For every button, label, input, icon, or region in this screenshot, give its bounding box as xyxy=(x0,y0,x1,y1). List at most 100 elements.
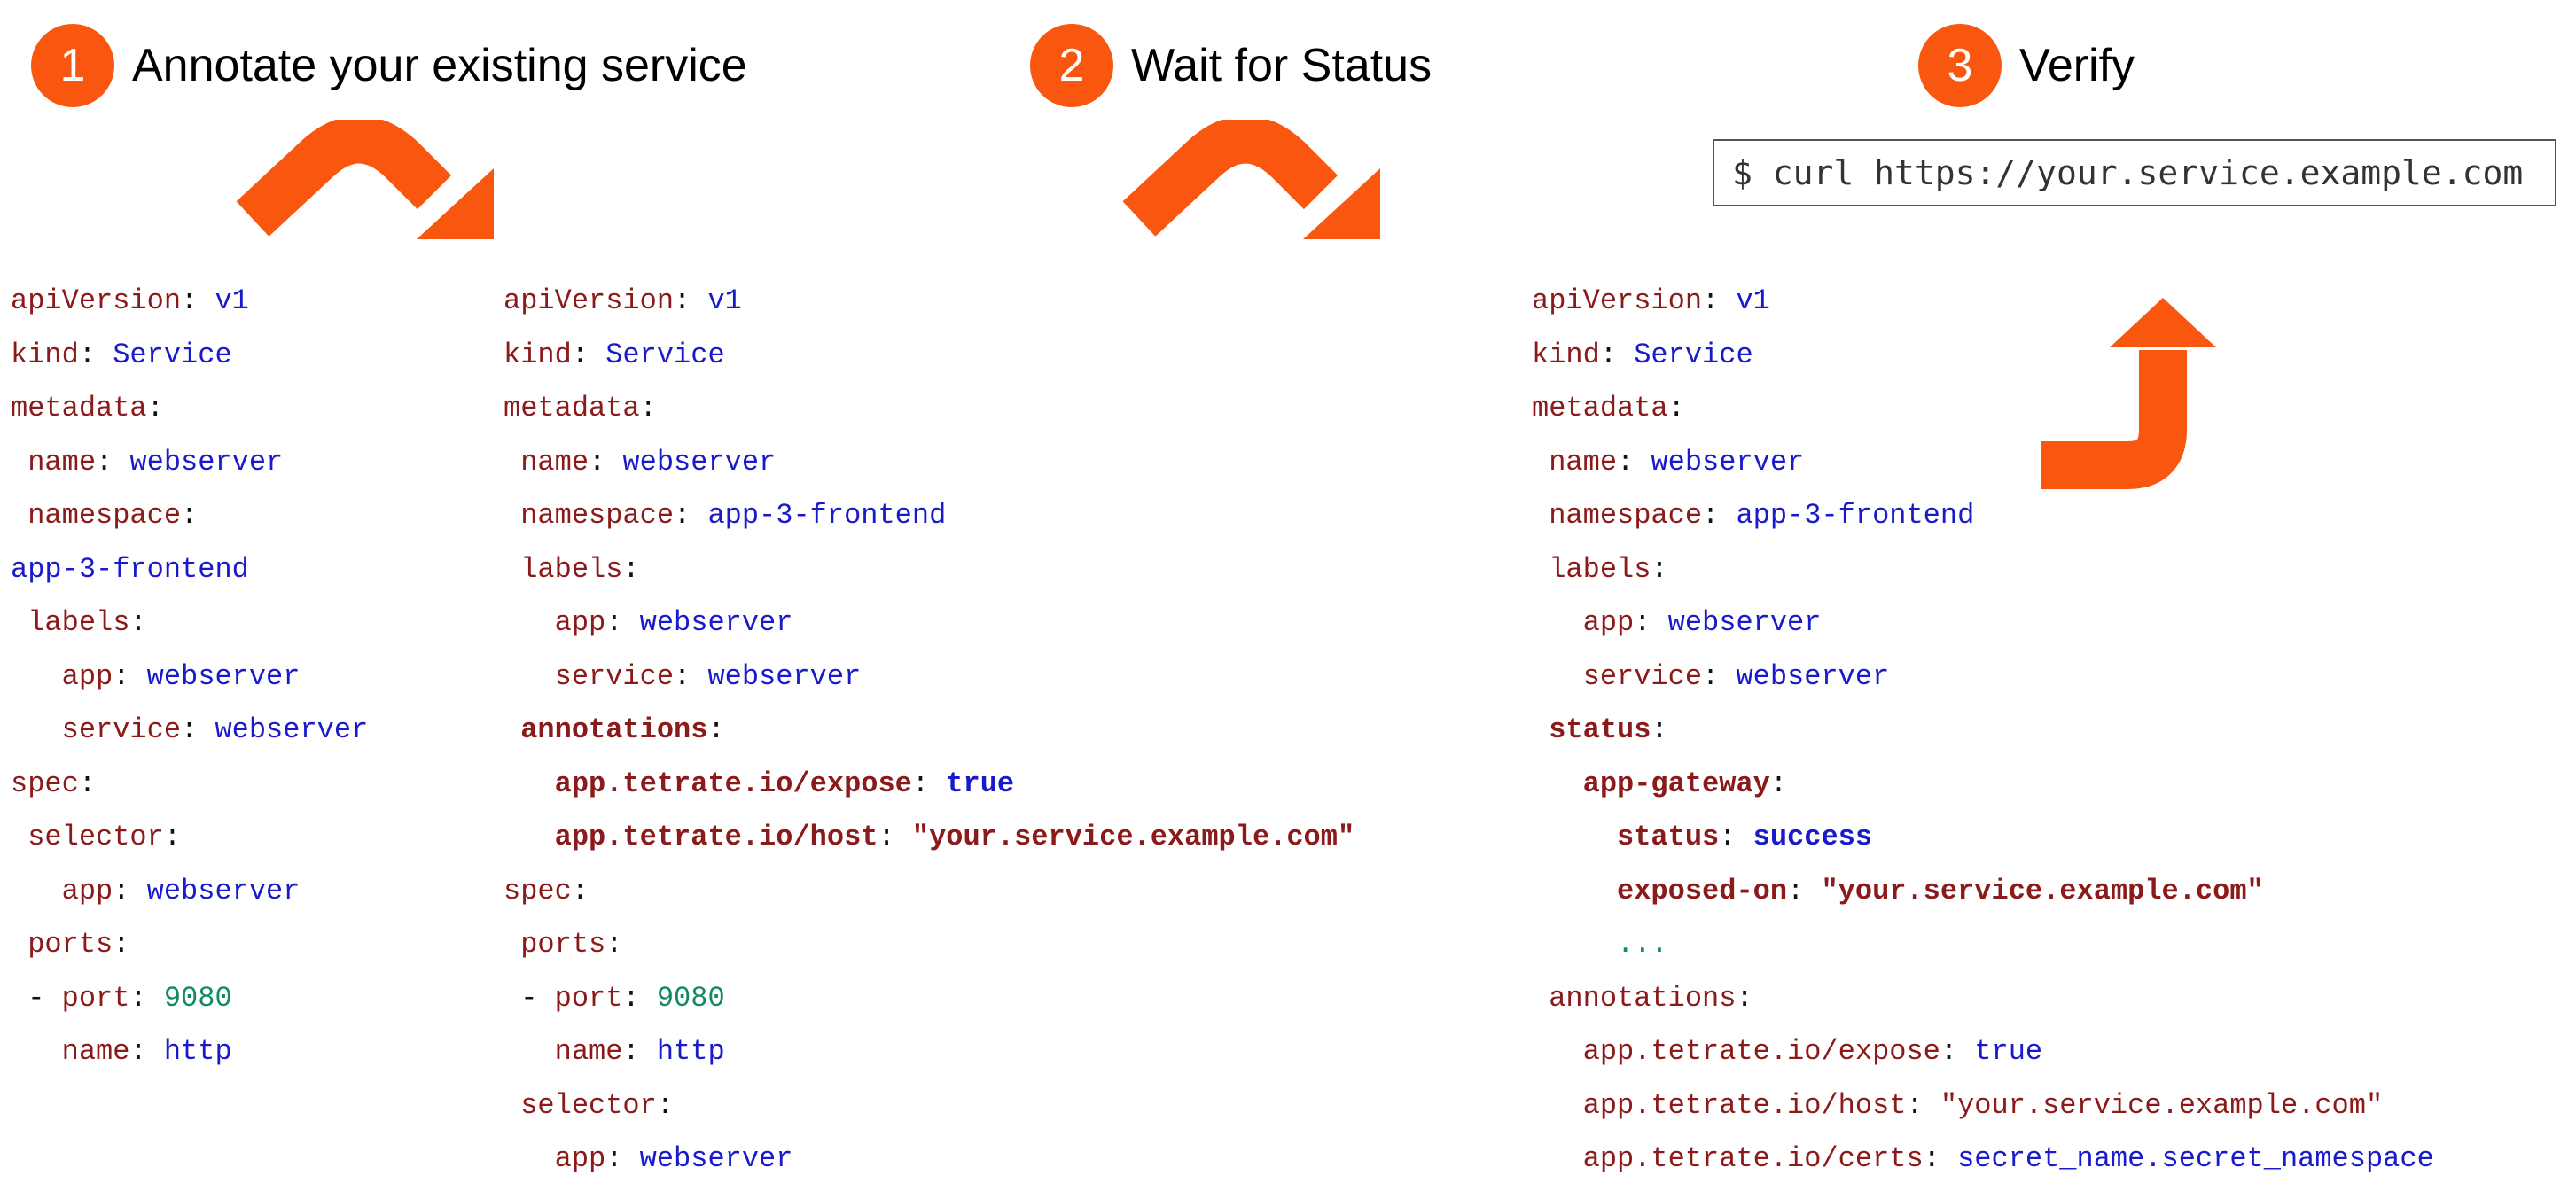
code-line: apiVersion: v1 xyxy=(11,275,368,329)
code-token: status xyxy=(1532,821,1720,853)
code-token: http xyxy=(656,1035,725,1068)
code-token: name xyxy=(503,445,589,479)
code-token: Service xyxy=(605,338,725,371)
code-line: app-gateway: xyxy=(1532,758,2434,812)
code-token: : xyxy=(622,1035,657,1068)
curved-arrow-icon-2 xyxy=(1122,120,1380,239)
code-token: selector xyxy=(503,1088,657,1122)
curved-arrow-icon-1 xyxy=(236,120,494,239)
code-line: service: webserver xyxy=(1532,650,2434,704)
code-token: app.tetrate.io/host xyxy=(1532,1088,1907,1122)
code-token: : xyxy=(605,928,623,961)
code-token: app-3-frontend xyxy=(1736,499,1975,532)
code-line: name: webserver xyxy=(503,436,1354,490)
code-token: 9080 xyxy=(656,981,725,1015)
annotated-service-yaml: apiVersion: v1 kind: Service metadata: nam… xyxy=(503,275,1354,1187)
code-token: app.tetrate.io/certs xyxy=(1532,1142,1924,1175)
code-line: selector: xyxy=(503,1079,1354,1133)
code-token: : xyxy=(911,767,947,800)
code-token: app xyxy=(11,659,113,693)
code-token: : xyxy=(1702,659,1737,693)
code-token: metadata xyxy=(11,392,147,424)
code-token: : xyxy=(622,552,640,586)
code-token: : xyxy=(1651,713,1668,746)
code-line: name: http xyxy=(503,1025,1354,1079)
code-token: spec xyxy=(11,767,79,800)
code-token: http xyxy=(163,1035,232,1068)
code-token: namespace xyxy=(11,499,182,532)
code-token: true xyxy=(1974,1035,2043,1068)
step-2-heading: 2 Wait for Status xyxy=(1030,24,1432,107)
code-token: : xyxy=(1769,767,1788,800)
code-token: : xyxy=(113,928,130,961)
code-token: : xyxy=(129,606,147,639)
code-token: apiVersion xyxy=(11,284,182,317)
code-token: webserver xyxy=(639,606,793,639)
code-token: : xyxy=(707,713,725,746)
step-1-title: Annotate your existing service xyxy=(132,40,747,91)
code-line: spec: xyxy=(503,865,1354,919)
code-token: : xyxy=(129,981,164,1015)
code-token: port xyxy=(61,981,130,1015)
code-token: Service xyxy=(1634,338,1753,371)
code-line: app.tetrate.io/expose: true xyxy=(1532,1025,2434,1079)
code-line: metadata: xyxy=(11,382,368,436)
code-line: apiVersion: v1 xyxy=(1532,275,2434,329)
code-token: webserver xyxy=(1667,606,1822,639)
code-line: kind: Service xyxy=(11,329,368,383)
code-line: service: webserver xyxy=(11,704,369,758)
code-token: "your.service.example.com" xyxy=(1821,874,2264,907)
code-token: : xyxy=(1617,445,1651,479)
code-token: : xyxy=(1634,606,1668,639)
code-line: metadata: xyxy=(503,382,1354,436)
code-token: labels xyxy=(11,606,130,639)
code-token: status xyxy=(1532,713,1651,746)
code-token: : xyxy=(113,874,147,907)
step-1-badge: 1 xyxy=(31,24,114,107)
code-token: v1 xyxy=(1736,284,1770,317)
code-token: webserver xyxy=(146,874,301,907)
code-token: : xyxy=(639,392,657,424)
code-token: name xyxy=(11,1035,130,1068)
code-line: app: webserver xyxy=(1532,596,2434,650)
code-line: - port: 9080 xyxy=(11,972,368,1026)
code-line: labels: xyxy=(11,596,368,650)
curl-command-box: $ curl https://your.service.example.com xyxy=(1713,139,2556,206)
code-token: : xyxy=(674,284,708,317)
step-2-title: Wait for Status xyxy=(1131,40,1432,91)
code-line: kind: Service xyxy=(503,329,1354,383)
code-token: app-gateway xyxy=(1532,767,1770,800)
step-1-heading: 1 Annotate your existing service xyxy=(31,24,747,107)
code-token: kind xyxy=(503,338,572,371)
code-token: app-3-frontend xyxy=(11,552,249,586)
code-token: : xyxy=(605,606,640,639)
code-token: v1 xyxy=(707,284,742,317)
step-3-heading: 3 Verify xyxy=(1918,24,2135,107)
code-line: namespace: xyxy=(11,489,368,543)
code-token: app xyxy=(503,606,606,639)
code-token: : xyxy=(96,445,130,479)
code-token: apiVersion xyxy=(1532,284,1703,317)
code-token: - xyxy=(11,981,62,1015)
code-token: app-3-frontend xyxy=(707,499,947,532)
code-token: service xyxy=(503,659,675,693)
code-line: selector: xyxy=(11,811,368,865)
code-token: : xyxy=(589,445,623,479)
code-token: : xyxy=(622,981,657,1015)
code-token: webserver xyxy=(622,445,777,479)
code-token: port xyxy=(554,981,623,1015)
code-token: webserver xyxy=(215,713,369,746)
code-token: : xyxy=(1923,1142,1958,1175)
step-3-badge: 3 xyxy=(1918,24,2002,107)
code-line: namespace: app-3-frontend xyxy=(503,489,1354,543)
code-token: : xyxy=(1940,1035,1975,1068)
code-line: apiVersion: v1 xyxy=(503,275,1354,329)
code-line: app: webserver xyxy=(11,865,368,919)
code-line: - port: 9080 xyxy=(503,972,1354,1026)
code-token: : xyxy=(1736,981,1753,1015)
code-token: : xyxy=(1719,821,1753,853)
code-token: : xyxy=(163,821,182,853)
code-line: app.tetrate.io/host: "your.service.examp… xyxy=(503,811,1355,865)
code-line: ports: xyxy=(11,918,368,972)
code-token: - xyxy=(503,981,555,1015)
